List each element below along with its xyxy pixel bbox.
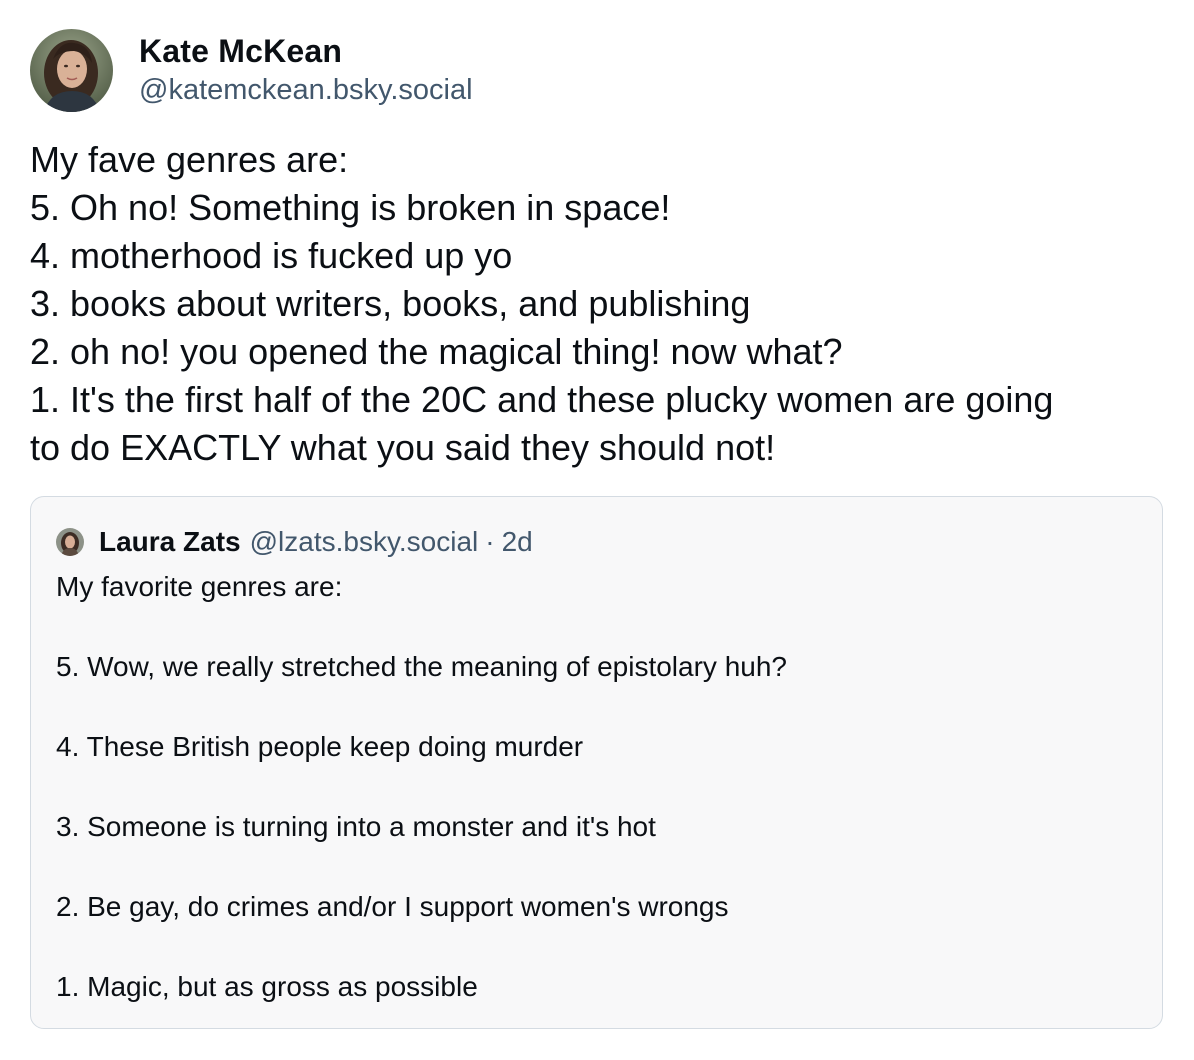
quoted-text-line: 1. Magic, but as gross as possible <box>56 971 478 1002</box>
post-author-row[interactable]: Kate McKean @katemckean.bsky.social <box>30 28 473 112</box>
author-avatar[interactable] <box>30 28 113 112</box>
post-text-line: 2. oh no! you opened the magical thing! … <box>30 331 843 372</box>
post-text: My fave genres are: 5. Oh no! Something … <box>30 136 1170 472</box>
quoted-post-text: My favorite genres are: 5. Wow, we reall… <box>56 567 1136 1007</box>
quoted-text-line <box>56 767 1136 807</box>
quoted-text-line: 5. Wow, we really stretched the meaning … <box>56 651 787 682</box>
quoted-post-timestamp[interactable]: 2d <box>502 526 533 558</box>
post-text-line: 1. It's the first half of the 20C and th… <box>30 379 1054 420</box>
post-text-line: My fave genres are: <box>30 139 349 180</box>
avatar-photo-icon <box>30 28 113 112</box>
post-text-line: 3. books about writers, books, and publi… <box>30 283 751 324</box>
post: Kate McKean @katemckean.bsky.social My f… <box>0 0 1194 1060</box>
quoted-post-card[interactable]: Laura Zats @lzats.bsky.social · 2d My fa… <box>30 496 1163 1029</box>
avatar-photo-icon <box>56 528 84 556</box>
quoted-text-line <box>56 927 1136 967</box>
quoted-text-line <box>56 607 1136 647</box>
author-meta: Kate McKean @katemckean.bsky.social <box>139 31 473 109</box>
post-text-line: 5. Oh no! Something is broken in space! <box>30 187 671 228</box>
quoted-author-display-name[interactable]: Laura Zats <box>99 526 241 558</box>
quoted-text-line <box>56 687 1136 727</box>
post-text-line: 4. motherhood is fucked up yo <box>30 235 513 276</box>
quoted-text-line: 2. Be gay, do crimes and/or I support wo… <box>56 891 729 922</box>
quoted-author-handle[interactable]: @lzats.bsky.social <box>250 526 479 558</box>
quoted-post-header: Laura Zats @lzats.bsky.social · 2d <box>56 525 533 559</box>
quoted-text-line: 4. These British people keep doing murde… <box>56 731 584 762</box>
dot-separator: · <box>485 526 495 557</box>
quoted-text-line: 3. Someone is turning into a monster and… <box>56 811 656 842</box>
author-handle[interactable]: @katemckean.bsky.social <box>139 71 473 109</box>
quoted-text-line <box>56 847 1136 887</box>
author-display-name[interactable]: Kate McKean <box>139 31 473 71</box>
quoted-author-avatar[interactable] <box>56 528 84 556</box>
quoted-text-line: My favorite genres are: <box>56 571 343 602</box>
post-text-line: to do EXACTLY what you said they should … <box>30 427 776 468</box>
